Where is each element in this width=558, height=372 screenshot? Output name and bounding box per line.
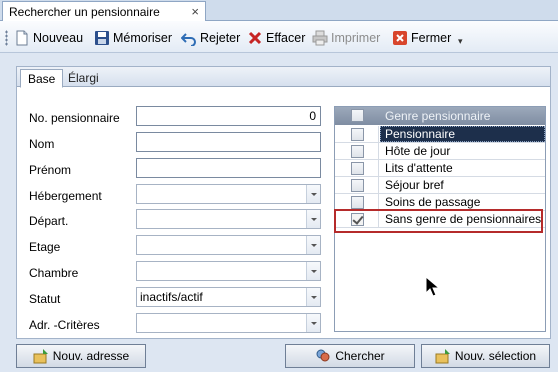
toolbar-grip[interactable] — [5, 30, 8, 46]
name-label: Nom — [29, 137, 55, 151]
save-button-label: Mémoriser — [113, 31, 173, 45]
close-button-label: Fermer — [411, 31, 452, 45]
grid-row-label: Lits d'attente — [385, 161, 453, 175]
lodging-label: Hébergement — [29, 189, 102, 203]
close-button[interactable]: Fermer — [392, 28, 451, 48]
search-people-icon — [316, 349, 330, 362]
printer-icon — [312, 30, 328, 46]
chevron-down-icon[interactable] — [306, 288, 320, 306]
status-value: inactifs/actif — [140, 290, 203, 304]
grid-header: Genre pensionnaire — [335, 107, 545, 125]
search-button-label: Chercher — [335, 349, 385, 363]
toolbar: Nouveau Mémoriser Rejeter Effacer Imprim… — [0, 21, 558, 53]
grid-row-checkbox-cell — [335, 160, 379, 176]
resident-number-label: No. pensionnaire — [29, 111, 120, 125]
name-field[interactable] — [136, 132, 321, 152]
reject-button[interactable]: Rejeter — [181, 28, 240, 48]
grid-row-checkbox-cell — [335, 194, 379, 210]
highlight-annotation — [334, 209, 543, 233]
criteria-label: Adr. -Critères — [29, 318, 100, 332]
grid-row-label: Soins de passage — [385, 195, 481, 209]
search-button[interactable]: Chercher — [285, 344, 415, 368]
department-select[interactable] — [136, 209, 321, 229]
firstname-field[interactable] — [136, 158, 321, 178]
floor-label: Etage — [29, 240, 61, 254]
grid-row-label: Séjour bref — [385, 178, 444, 192]
print-button-label: Imprimer — [331, 31, 381, 45]
new-document-icon — [16, 30, 28, 46]
status-label: Statut — [29, 292, 61, 306]
row-checkbox[interactable] — [351, 128, 364, 141]
close-tab-icon[interactable]: × — [191, 4, 199, 19]
delete-x-icon — [248, 31, 262, 45]
grid-row-checkbox-cell — [335, 177, 379, 193]
grid-row[interactable]: Hôte de jour — [335, 143, 545, 160]
undo-icon — [181, 33, 196, 46]
clear-button[interactable]: Effacer — [247, 28, 305, 48]
row-checkbox[interactable] — [351, 196, 364, 209]
row-checkbox[interactable] — [351, 179, 364, 192]
address-add-icon — [33, 349, 48, 364]
close-red-icon — [393, 31, 407, 45]
floor-select[interactable] — [136, 235, 321, 255]
clear-button-label: Effacer — [266, 31, 306, 45]
chevron-down-icon[interactable] — [306, 314, 320, 332]
firstname-label: Prénom — [29, 163, 72, 177]
tab-extended[interactable]: Élargi — [61, 69, 106, 88]
grid-row-checkbox-cell — [335, 126, 379, 142]
mouse-cursor-icon — [425, 276, 441, 297]
grid-row[interactable]: Lits d'attente — [335, 160, 545, 177]
row-checkbox[interactable] — [351, 162, 364, 175]
grid-row[interactable]: Séjour bref — [335, 177, 545, 194]
chevron-down-icon[interactable] — [306, 236, 320, 254]
reject-button-label: Rejeter — [200, 31, 241, 45]
status-select[interactable]: inactifs/actif — [136, 287, 321, 307]
grid-row-label: Hôte de jour — [385, 144, 451, 158]
select-all-checkbox[interactable] — [351, 109, 364, 122]
grid-row[interactable]: Pensionnaire — [335, 126, 545, 143]
new-selection-button[interactable]: Nouv. sélection — [421, 344, 550, 368]
chevron-down-icon[interactable] — [306, 185, 320, 203]
lodging-select[interactable] — [136, 184, 321, 204]
print-button[interactable]: Imprimer — [312, 28, 380, 48]
new-button[interactable]: Nouveau — [14, 28, 83, 48]
grid-row-label: Pensionnaire — [385, 127, 456, 141]
criteria-select[interactable] — [136, 313, 321, 333]
selection-add-icon — [435, 349, 450, 364]
row-checkbox[interactable] — [351, 145, 364, 158]
document-tab-bar: Rechercher un pensionnaire × — [0, 0, 558, 22]
save-button[interactable]: Mémoriser — [94, 28, 172, 48]
tab-base[interactable]: Base — [20, 69, 64, 88]
resident-number-field[interactable]: 0 — [136, 106, 321, 126]
room-label: Chambre — [29, 266, 79, 280]
chevron-down-icon[interactable] — [306, 262, 320, 280]
grid-row-checkbox-cell — [335, 143, 379, 159]
toolbar-overflow-icon[interactable]: ▾ — [458, 36, 463, 47]
department-label: Départ. — [29, 214, 69, 228]
new-selection-label: Nouv. sélection — [454, 349, 537, 363]
new-address-button[interactable]: Nouv. adresse — [16, 344, 146, 368]
room-select[interactable] — [136, 261, 321, 281]
new-address-label: Nouv. adresse — [52, 349, 130, 363]
new-button-label: Nouveau — [33, 31, 84, 45]
save-icon — [95, 31, 109, 45]
tab-strip: Base Élargi — [17, 67, 550, 88]
grid-header-label: Genre pensionnaire — [385, 109, 491, 123]
document-tab[interactable]: Rechercher un pensionnaire × — [2, 1, 206, 22]
chevron-down-icon[interactable] — [306, 210, 320, 228]
document-tab-title: Rechercher un pensionnaire — [9, 5, 160, 19]
